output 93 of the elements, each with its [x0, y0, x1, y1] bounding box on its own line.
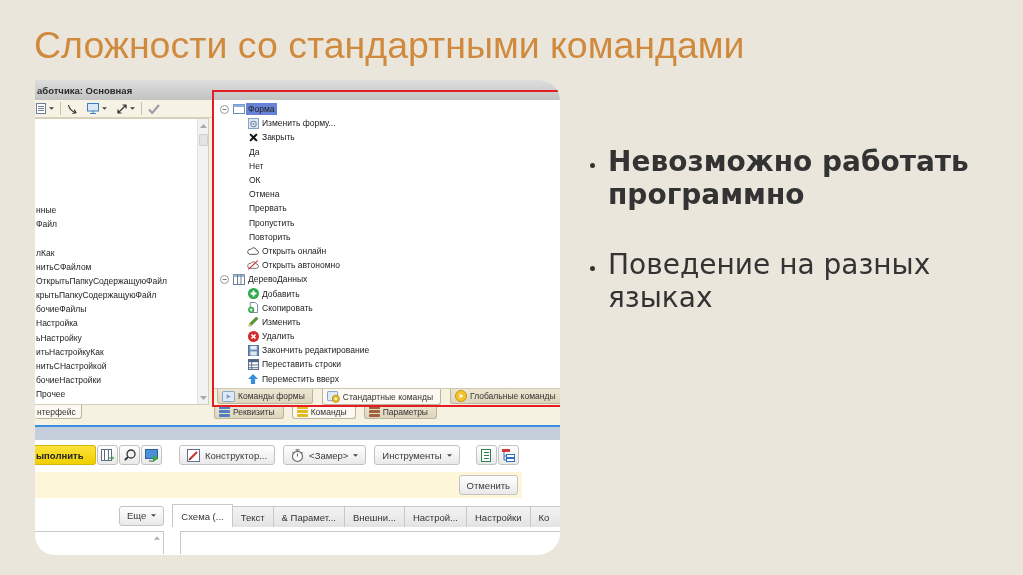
tab[interactable]: Схема (...	[172, 504, 233, 527]
list-item[interactable]: Прочее	[35, 389, 67, 401]
tab[interactable]: Внешни...	[343, 506, 405, 527]
window-title: аботчика: Основная	[37, 84, 133, 96]
bullet-text: Невозможно работать программно	[608, 145, 970, 211]
more-button[interactable]: Еще	[119, 505, 165, 526]
tab[interactable]: нтерфейс	[35, 405, 82, 419]
up-arrow-icon	[248, 373, 258, 384]
tab[interactable]: & Парамет...	[272, 506, 345, 527]
tab[interactable]: Настрой...	[403, 506, 467, 527]
caret-icon[interactable]	[49, 107, 54, 110]
tree-item[interactable]: Скопировать	[260, 301, 315, 314]
pencil-square-icon[interactable]	[187, 448, 200, 462]
tree-item[interactable]: ДеревоДанных	[246, 273, 310, 286]
curved-arrow-icon[interactable]	[67, 103, 77, 114]
tree-item[interactable]: Изменить форму...	[260, 117, 338, 130]
tab[interactable]: Стандартные команды	[321, 389, 442, 405]
tree-item[interactable]: Форма	[246, 103, 277, 116]
list-icon[interactable]	[481, 448, 492, 462]
window-icon	[222, 390, 235, 402]
rows-icon	[247, 358, 259, 370]
floppy-icon	[247, 344, 259, 356]
tree-item[interactable]: Удалить	[260, 330, 297, 343]
tab[interactable]: Ко	[529, 506, 560, 527]
list-item[interactable]: бочиеНастройки	[35, 375, 102, 387]
caret-icon[interactable]	[130, 107, 135, 110]
scrollbar[interactable]	[197, 119, 208, 404]
tree-item[interactable]: Открыть онлайн	[260, 244, 329, 257]
check-icon[interactable]	[148, 103, 160, 114]
tab[interactable]: Текст	[231, 506, 274, 527]
tree-item[interactable]: Открыть автономно	[260, 259, 342, 272]
tree-item[interactable]: Нет	[247, 159, 266, 172]
tree-item[interactable]: Пропустить	[247, 216, 297, 229]
bullet-icon	[590, 266, 595, 271]
tree-item[interactable]: Закончить редактирование	[260, 344, 372, 357]
tree-item[interactable]: Да	[247, 145, 262, 158]
cloud-icon	[247, 246, 259, 255]
tab[interactable]: Команды формы	[217, 389, 313, 404]
tree-item[interactable]: ОК	[247, 174, 263, 187]
list-field[interactable]	[35, 531, 164, 554]
monitor-icon[interactable]	[87, 103, 99, 114]
cloud-slash-icon	[247, 260, 259, 271]
caret-icon[interactable]	[446, 453, 452, 457]
x-circle-icon	[247, 330, 259, 342]
slide-title: Сложности со стандартными командами	[34, 24, 745, 66]
tree-item[interactable]: Добавить	[260, 287, 302, 300]
constructor-button[interactable]: Конструктор...	[179, 445, 276, 465]
tree-item[interactable]: Переставить строки	[260, 358, 344, 371]
list-item[interactable]: ОткрытьПапкуСодержащуюФайл	[35, 275, 168, 287]
close-icon	[248, 132, 258, 142]
bullet-icon	[590, 163, 595, 168]
play-circle-icon	[455, 390, 468, 402]
tree-item[interactable]: Повторить	[247, 230, 293, 243]
tree-item[interactable]: Прервать	[247, 202, 289, 215]
list-icon[interactable]	[36, 103, 46, 114]
resize-arrow-icon[interactable]	[117, 103, 127, 114]
tab[interactable]: Настройки	[466, 506, 531, 527]
collapse-icon[interactable]	[220, 104, 229, 114]
tree-item[interactable]: Изменить	[260, 315, 303, 328]
toolbar-button[interactable]	[475, 445, 497, 465]
scroll-thumb[interactable]	[198, 134, 208, 146]
window-icon	[233, 104, 245, 115]
window-gear-icon	[247, 117, 259, 129]
list-item[interactable]: нитьСНастройкой	[35, 361, 108, 373]
caret-icon[interactable]	[102, 107, 107, 110]
list-item[interactable]: итьНастройкуКак	[35, 346, 105, 358]
document-plus-icon	[248, 302, 258, 314]
list-item[interactable]: ьНастройку	[35, 332, 83, 344]
caret-icon[interactable]	[151, 514, 157, 517]
measure-button[interactable]: <Замер>	[283, 445, 367, 465]
caret-icon[interactable]	[353, 453, 359, 457]
bullet-text: Поведение на разных языках	[608, 248, 932, 314]
list-item[interactable]: лКак	[35, 247, 56, 259]
collapse-icon[interactable]	[220, 274, 229, 284]
run-button[interactable]: ыполнить	[35, 445, 96, 465]
cancel-button[interactable]: Отменить	[458, 475, 518, 495]
list-item[interactable]: нитьСФайлом	[35, 261, 93, 273]
list-item[interactable]: бочиеФайлы	[35, 304, 88, 316]
list-item[interactable]: нные	[35, 204, 58, 216]
list-item[interactable]: Файл	[35, 219, 58, 231]
list-item[interactable]: Настройка	[35, 318, 79, 330]
pencil-icon	[247, 316, 259, 328]
tab[interactable]: Глобальные команды	[450, 389, 560, 404]
tools-button[interactable]: Инструменты	[374, 445, 460, 465]
plus-circle-icon	[247, 288, 259, 300]
window-gear-icon	[326, 390, 340, 403]
tree-item[interactable]: Закрыть	[260, 131, 297, 144]
stopwatch-icon[interactable]	[291, 448, 305, 462]
list-item[interactable]: крытьПапкуСодержащуюФайл	[35, 290, 158, 302]
tree-item[interactable]: Отмена	[247, 188, 282, 201]
table-icon	[233, 273, 245, 285]
editor-field[interactable]	[180, 531, 560, 554]
tree-item[interactable]: Переместить вверх	[260, 372, 341, 385]
